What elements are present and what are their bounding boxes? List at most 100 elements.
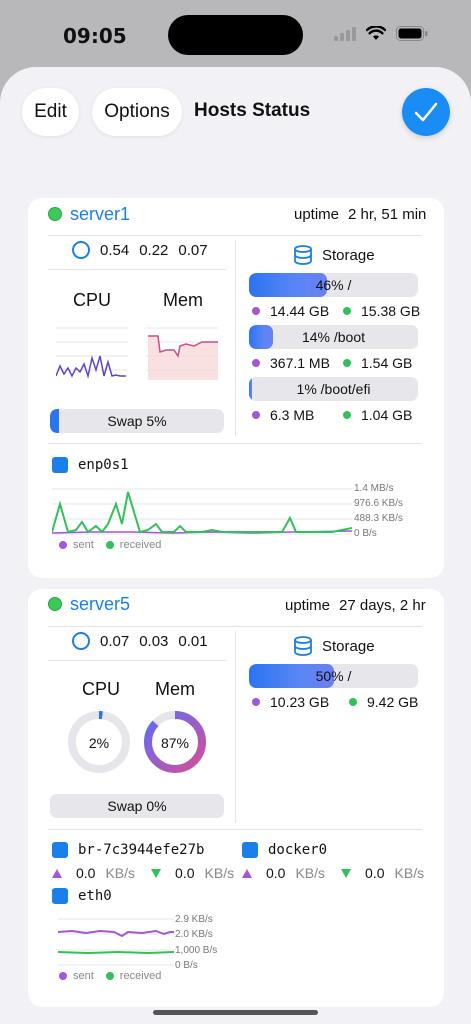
battery-icon bbox=[396, 26, 428, 41]
network-interface-eth0: eth0 bbox=[52, 888, 112, 904]
upload-arrow-icon bbox=[52, 868, 62, 878]
used-dot bbox=[252, 307, 260, 315]
load-average: 0.54 0.22 0.07 bbox=[72, 241, 208, 259]
divider bbox=[48, 443, 422, 444]
load-15m: 0.07 bbox=[178, 241, 208, 259]
used-value: 6.3 MB bbox=[270, 407, 315, 423]
swap-bar: Swap 5% bbox=[50, 409, 224, 433]
storage-bar-label: 50% / bbox=[315, 668, 352, 684]
page-title: Hosts Status bbox=[194, 100, 311, 121]
storage-used-efi: 6.3 MB bbox=[252, 407, 314, 423]
edit-button[interactable]: Edit bbox=[22, 88, 79, 136]
storage-free-efi: 1.04 GB bbox=[343, 407, 412, 423]
chart-legend: sent received bbox=[59, 970, 161, 982]
network-interface: enp0s1 bbox=[52, 457, 129, 473]
storage-label: Storage bbox=[322, 246, 375, 264]
status-bar: 09:05 bbox=[0, 0, 471, 70]
rate-unit: KB/s bbox=[204, 865, 235, 881]
load-5m: 0.03 bbox=[139, 632, 169, 650]
uptime-value: 2 hr, 51 min bbox=[348, 206, 427, 223]
storage-fill bbox=[249, 377, 252, 401]
free-dot bbox=[343, 411, 351, 419]
network-traffic-chart bbox=[52, 488, 352, 535]
divider bbox=[48, 829, 422, 830]
sent-rate: 0.0 bbox=[266, 865, 286, 881]
cpu-label: CPU bbox=[82, 679, 121, 699]
network-interface-br: br-7c3944efe27b bbox=[52, 842, 204, 858]
legend-received: received bbox=[119, 970, 162, 982]
storage-header: Storage bbox=[294, 245, 375, 265]
cpu-percent: 2% bbox=[88, 735, 110, 751]
free-value: 15.38 GB bbox=[361, 303, 421, 319]
legend-sent: sent bbox=[73, 539, 94, 551]
used-dot bbox=[252, 698, 260, 706]
column-divider bbox=[235, 240, 236, 436]
free-dot bbox=[343, 307, 351, 315]
storage-fill bbox=[249, 325, 273, 349]
cpu-history-chart bbox=[56, 327, 128, 379]
interface-rates-br: 0.0 KB/s 0.0 KB/s bbox=[52, 865, 234, 881]
received-rate: 0.0 bbox=[365, 865, 385, 881]
received-dot bbox=[105, 541, 114, 549]
storage-free-root: 15.38 GB bbox=[343, 303, 420, 319]
storage-bar-label: 1% /boot/efi bbox=[296, 381, 371, 397]
status-time: 09:05 bbox=[63, 24, 127, 48]
storage-header: Storage bbox=[294, 636, 375, 656]
network-icon bbox=[242, 842, 258, 858]
upload-arrow-icon bbox=[242, 868, 252, 878]
legend-sent: sent bbox=[73, 970, 94, 982]
swap-label: Swap 5% bbox=[107, 413, 167, 429]
load-1m: 0.07 bbox=[100, 632, 130, 650]
mem-percent: 87% bbox=[160, 735, 190, 751]
rate-unit: KB/s bbox=[105, 865, 136, 881]
axis-label: 2.9 KB/s bbox=[175, 914, 213, 925]
load-average: 0.07 0.03 0.01 bbox=[72, 632, 208, 650]
column-divider bbox=[235, 631, 236, 823]
storage-used-root: 14.44 GB bbox=[252, 303, 329, 319]
free-value: 9.42 GB bbox=[367, 694, 419, 710]
swap-bar: Swap 0% bbox=[50, 794, 224, 818]
mem-label: Mem bbox=[155, 679, 195, 699]
interface-name: br-7c3944efe27b bbox=[78, 842, 205, 858]
cpu-label: CPU bbox=[73, 290, 112, 310]
host-card-server1[interactable]: server1 uptime 2 hr, 51 min 0.54 0.22 0.… bbox=[28, 198, 444, 578]
load-15m: 0.01 bbox=[178, 632, 208, 650]
speedometer-icon bbox=[72, 632, 90, 650]
storage-bar-root: 46% / bbox=[249, 273, 418, 297]
axis-label: 0 B/s bbox=[354, 528, 377, 539]
storage-bar-label: 14% /boot bbox=[301, 329, 366, 345]
signal-icon bbox=[334, 26, 356, 41]
chart-legend: sent received bbox=[59, 539, 161, 551]
mem-label: Mem bbox=[163, 290, 203, 310]
axis-label: 1,000 B/s bbox=[175, 945, 218, 956]
free-value: 1.54 GB bbox=[361, 355, 413, 371]
swap-fill bbox=[50, 409, 59, 433]
wifi-icon bbox=[366, 26, 386, 40]
host-card-server5[interactable]: server5 uptime 27 days, 2 hr 0.07 0.03 0… bbox=[28, 589, 444, 1007]
divider bbox=[48, 269, 226, 270]
network-interface-docker0: docker0 bbox=[242, 842, 327, 858]
home-indicator[interactable] bbox=[153, 1010, 318, 1015]
server-name[interactable]: server1 bbox=[70, 204, 130, 225]
axis-label: 0 B/s bbox=[175, 960, 198, 971]
server-name[interactable]: server5 bbox=[70, 594, 130, 615]
interface-name: enp0s1 bbox=[78, 457, 129, 473]
download-arrow-icon bbox=[341, 868, 352, 878]
used-value: 14.44 GB bbox=[270, 303, 330, 319]
options-button[interactable]: Options bbox=[92, 88, 182, 136]
axis-label: 976.6 KB/s bbox=[354, 498, 403, 509]
interface-rates-docker0: 0.0 KB/s 0.0 KB/s bbox=[242, 865, 424, 881]
storage-bar-root: 50% / bbox=[249, 664, 418, 688]
done-button[interactable] bbox=[402, 88, 450, 136]
used-dot bbox=[252, 359, 260, 367]
free-dot bbox=[349, 698, 357, 706]
received-line bbox=[58, 950, 174, 955]
storage-free-boot: 1.54 GB bbox=[343, 355, 412, 371]
used-dot bbox=[252, 411, 260, 419]
mem-history-chart bbox=[146, 327, 218, 380]
storage-used-root: 10.23 GB bbox=[252, 694, 329, 710]
uptime-label: uptime bbox=[285, 597, 331, 614]
storage-used-boot: 367.1 MB bbox=[252, 355, 330, 371]
database-icon bbox=[294, 245, 312, 265]
free-dot bbox=[343, 359, 351, 367]
